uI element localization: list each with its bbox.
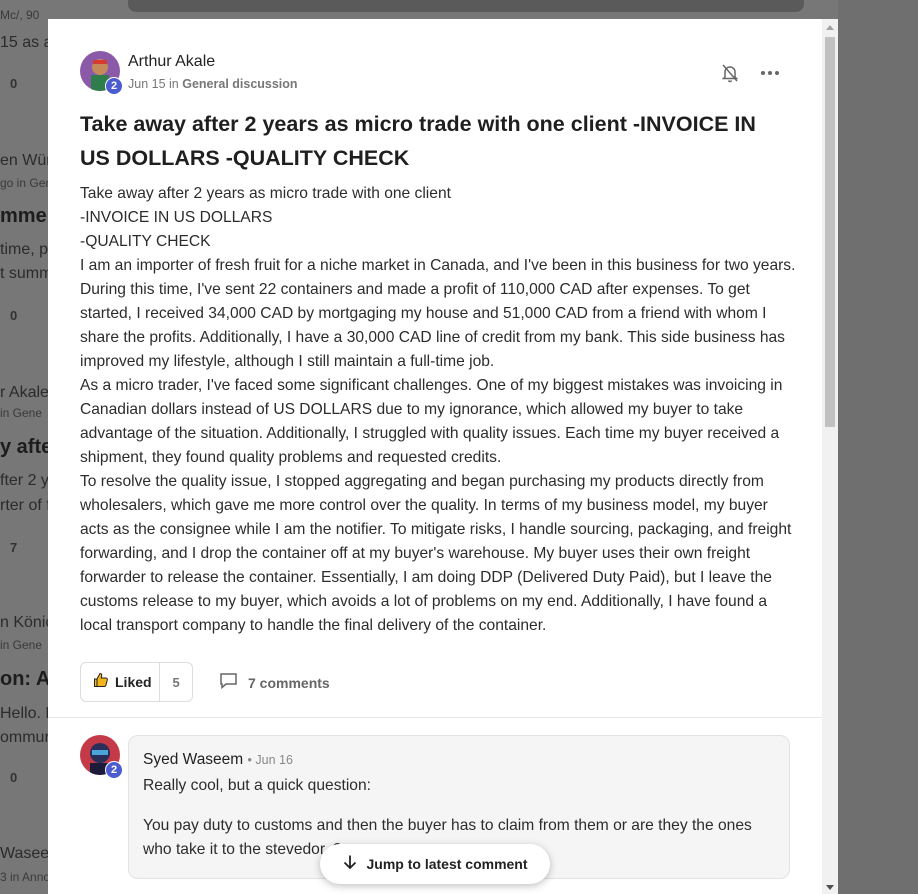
notification-bell-off-icon[interactable] xyxy=(718,61,742,85)
background-feed-line: 7 xyxy=(10,540,18,555)
post-body-paragraph: -QUALITY CHECK xyxy=(80,233,211,250)
post-body: Take away after 2 years as micro trade w… xyxy=(80,182,800,638)
like-label: Liked xyxy=(115,674,152,690)
comment-date: • Jun 16 xyxy=(247,753,293,767)
jump-to-latest-button[interactable]: Jump to latest comment xyxy=(320,844,550,884)
background-feed-line: 0 xyxy=(10,76,18,91)
jump-to-latest-label: Jump to latest comment xyxy=(366,856,528,872)
modal-scrollbar[interactable] xyxy=(822,19,838,894)
background-feed-line: Mc/, 90 xyxy=(0,8,40,22)
background-feed-line: in Gene xyxy=(0,406,43,420)
comment-author-line: Syed Waseem • Jun 16 xyxy=(143,751,293,769)
background-feed-line: on: A xyxy=(0,668,51,690)
like-count[interactable]: 5 xyxy=(160,675,192,690)
post-meta: Jun 15 in General discussion xyxy=(128,77,298,91)
post-body-paragraph: Take away after 2 years as micro trade w… xyxy=(80,185,451,202)
background-feed-line: 3 in Anno xyxy=(0,870,51,884)
post-actions: Liked 5 7 comments xyxy=(80,662,800,702)
post-modal: 2 Arthur Akale Jun 15 in General discuss… xyxy=(48,19,822,894)
scroll-up-arrow-icon[interactable] xyxy=(826,25,834,30)
comment-text-line-1: Really cool, but a quick question: xyxy=(143,777,371,794)
comment-bubble-icon xyxy=(219,672,238,694)
post-title: Take away after 2 years as micro trade w… xyxy=(80,112,756,170)
post-header: 2 Arthur Akale Jun 15 in General discuss… xyxy=(80,51,790,95)
background-feed-line: fter 2 y xyxy=(0,472,49,489)
comment-author-name[interactable]: Syed Waseem xyxy=(143,751,243,768)
like-button[interactable]: Liked 5 xyxy=(80,662,193,702)
post-in-word: in xyxy=(169,77,179,91)
section-divider xyxy=(48,717,822,718)
post-body-paragraph: As a micro trader, I've faced some signi… xyxy=(80,377,783,466)
background-feed-line: time, pl xyxy=(0,241,52,258)
arrow-down-icon xyxy=(342,854,358,875)
comments-count-label: 7 comments xyxy=(248,675,330,691)
commenter-level-badge: 2 xyxy=(105,761,123,779)
background-feed-line: y afte xyxy=(0,436,53,458)
author-level-badge: 2 xyxy=(105,77,123,95)
post-body-paragraph: To resolve the quality issue, I stopped … xyxy=(80,473,792,634)
post-date: Jun 15 xyxy=(128,77,166,91)
more-options-icon[interactable] xyxy=(758,61,782,85)
background-feed-line: ommur xyxy=(0,729,50,746)
background-feed-line: rter of f xyxy=(0,497,51,514)
post-body-paragraph: -INVOICE IN US DOLLARS xyxy=(80,209,273,226)
background-feed-line: n Könic xyxy=(0,614,54,631)
background-feed-line: mmer xyxy=(0,205,55,227)
background-feed-line: 0 xyxy=(10,770,18,785)
background-feed-line: 15 as a xyxy=(0,34,53,51)
background-search-bar xyxy=(128,0,804,12)
background-feed-line: t summ xyxy=(0,265,53,282)
background-feed-line: in Gene xyxy=(0,638,43,652)
post-body-paragraph: I am an importer of fresh fruit for a ni… xyxy=(80,257,796,370)
comments-button[interactable]: 7 comments xyxy=(219,672,330,694)
scroll-thumb[interactable] xyxy=(825,37,835,427)
background-feed-line: go in Gen xyxy=(0,176,53,190)
scroll-down-arrow-icon[interactable] xyxy=(826,885,834,890)
background-right-area xyxy=(838,0,918,894)
author-name[interactable]: Arthur Akale xyxy=(128,53,215,71)
post-category-link[interactable]: General discussion xyxy=(182,77,297,91)
background-feed-line: en Wür xyxy=(0,152,52,169)
background-feed-line: 0 xyxy=(10,308,18,323)
thumbs-up-icon xyxy=(93,672,109,693)
background-feed-line: r Akale xyxy=(0,384,49,401)
